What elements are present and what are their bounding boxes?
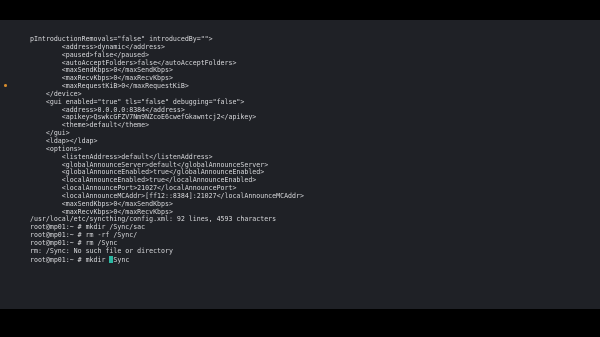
scroll-marker-icon xyxy=(4,84,7,87)
terminal-window[interactable]: pIntroductionRemovals="false" introduced… xyxy=(0,20,600,309)
prompt-text: root@mp01:~ # mkdir xyxy=(30,255,110,264)
terminal-line: rm: /Sync: No such file or directory xyxy=(30,246,173,255)
video-frame: pIntroductionRemovals="false" introduced… xyxy=(0,0,600,337)
terminal-output: pIntroductionRemovals="false" introduced… xyxy=(30,35,304,264)
prompt-input-text[interactable]: Sync xyxy=(113,256,129,264)
terminal-line: <theme>default</theme> xyxy=(30,121,150,130)
command-prompt-line[interactable]: root@mp01:~ # mkdir Sync xyxy=(30,255,304,264)
